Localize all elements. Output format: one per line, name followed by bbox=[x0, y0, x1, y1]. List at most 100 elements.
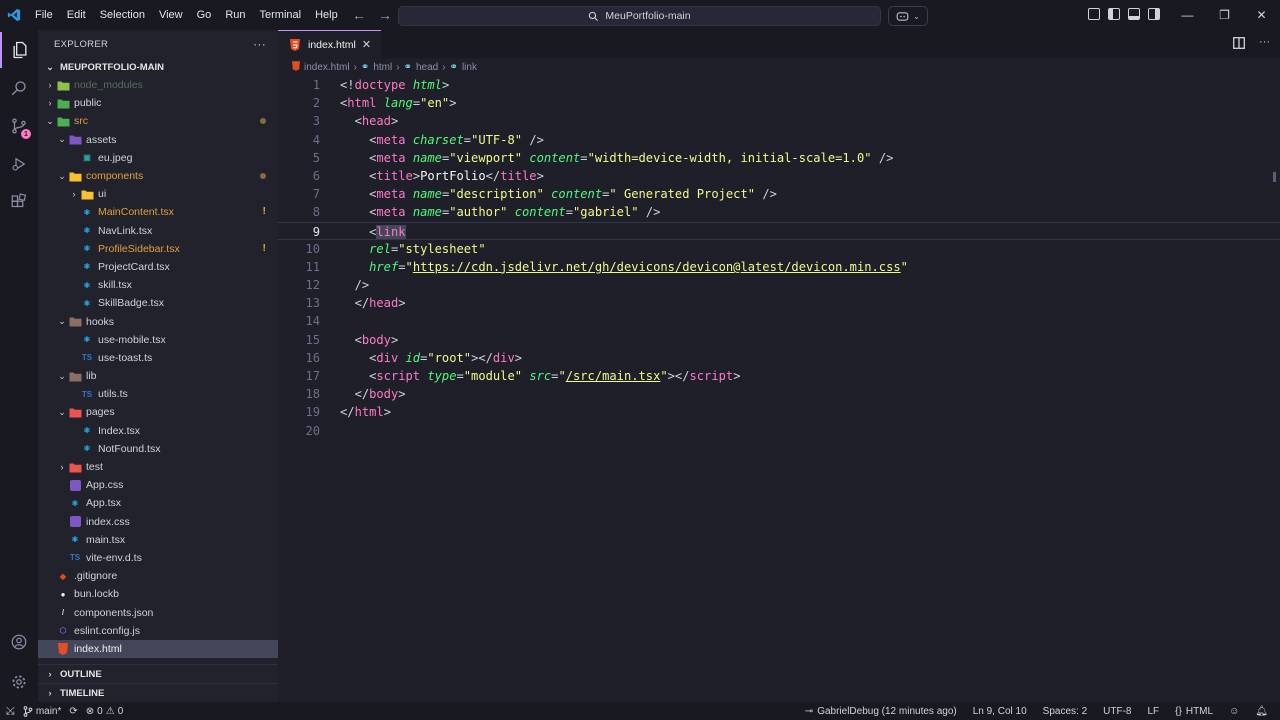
tree-folder[interactable]: ⌄ hooks bbox=[38, 312, 278, 330]
branch-item[interactable]: main* bbox=[23, 706, 61, 717]
code-line[interactable]: 16 <div id="root"></div> bbox=[278, 349, 1280, 367]
project-root[interactable]: ⌄ MEUPORTFOLIO-MAIN bbox=[38, 58, 278, 76]
code-line[interactable]: 10 rel="stylesheet" bbox=[278, 240, 1280, 258]
code-line[interactable]: 11 href="https://cdn.jsdelivr.net/gh/dev… bbox=[278, 258, 1280, 276]
code-line[interactable]: 2 <html lang="en"> bbox=[278, 94, 1280, 112]
minimize-icon[interactable]: — bbox=[1169, 0, 1206, 30]
close-window-icon[interactable]: ✕ bbox=[1243, 0, 1280, 30]
copilot-status-icon[interactable]: ☺ bbox=[1229, 706, 1239, 717]
split-editor-icon[interactable] bbox=[1233, 37, 1245, 52]
toggle-panel-icon[interactable] bbox=[1128, 8, 1140, 20]
tree-file[interactable]: ⚛ NotFound.tsx bbox=[38, 440, 278, 458]
extensions-icon[interactable] bbox=[0, 184, 38, 220]
tree-file[interactable]: ● bun.lockb bbox=[38, 585, 278, 603]
tree-file[interactable]: ⚛ Index.tsx bbox=[38, 422, 278, 440]
toggle-primary-sidebar-icon[interactable] bbox=[1108, 8, 1120, 20]
tree-folder[interactable]: ⌄ lib bbox=[38, 367, 278, 385]
code-line[interactable]: 13 </head> bbox=[278, 294, 1280, 312]
code-line[interactable]: 12 /> bbox=[278, 276, 1280, 294]
timeline-section[interactable]: › TIMELINE bbox=[38, 683, 278, 702]
menu-item-selection[interactable]: Selection bbox=[93, 0, 152, 30]
language-mode[interactable]: {} HTML bbox=[1175, 706, 1213, 717]
tree-folder[interactable]: › public bbox=[38, 94, 278, 112]
search-icon[interactable] bbox=[0, 70, 38, 106]
tree-folder[interactable]: ⌄ assets bbox=[38, 131, 278, 149]
notifications-bell-icon[interactable]: 🔔︎ bbox=[1255, 706, 1268, 717]
code-line[interactable]: 18 </body> bbox=[278, 385, 1280, 403]
run-debug-icon[interactable] bbox=[0, 146, 38, 182]
tree-file[interactable]: index.css bbox=[38, 513, 278, 531]
tree-file[interactable]: TS vite-env.d.ts bbox=[38, 549, 278, 567]
copilot-button[interactable]: ⌄ bbox=[888, 6, 928, 26]
breadcrumb-item[interactable]: link bbox=[462, 62, 477, 73]
tree-folder[interactable]: › ui bbox=[38, 185, 278, 203]
code-editor[interactable]: 1 <!doctype html> 2 <html lang="en"> 3 <head… bbox=[278, 76, 1280, 440]
tree-file[interactable]: ⬡ eslint.config.js bbox=[38, 622, 278, 640]
end-of-line[interactable]: LF bbox=[1147, 706, 1159, 717]
command-center-search[interactable]: MeuPortfolio-main bbox=[398, 6, 881, 26]
code-line[interactable]: 20 bbox=[278, 422, 1280, 440]
code-line[interactable]: 1 <!doctype html> bbox=[278, 76, 1280, 94]
tab-index-html[interactable]: index.html ✕ bbox=[278, 30, 382, 58]
scrollbar-marker[interactable] bbox=[1273, 172, 1276, 182]
source-control-icon[interactable]: 1 bbox=[0, 108, 38, 144]
tree-folder[interactable]: › test bbox=[38, 458, 278, 476]
encoding[interactable]: UTF-8 bbox=[1103, 706, 1131, 717]
explorer-icon[interactable] bbox=[0, 32, 38, 68]
menu-item-edit[interactable]: Edit bbox=[60, 0, 93, 30]
breadcrumb-item[interactable]: index.html bbox=[304, 62, 350, 73]
code-line[interactable]: 8 <meta name="author" content="gabriel" … bbox=[278, 203, 1280, 221]
code-line[interactable]: 19 </html> bbox=[278, 403, 1280, 421]
tree-file[interactable]: ◆ .gitignore bbox=[38, 567, 278, 585]
menu-item-run[interactable]: Run bbox=[218, 0, 252, 30]
git-blame-item[interactable]: ⊸ GabrielDebug (12 minutes ago) bbox=[805, 706, 957, 717]
tree-folder[interactable]: ⌄ components bbox=[38, 167, 278, 185]
toggle-secondary-sidebar-icon[interactable] bbox=[1148, 8, 1160, 20]
tree-folder[interactable]: › node_modules bbox=[38, 76, 278, 94]
code-line[interactable]: 17 <script type="module" src="/src/main.… bbox=[278, 367, 1280, 385]
tree-file[interactable]: TS utils.ts bbox=[38, 385, 278, 403]
tree-file[interactable]: ⚛ App.tsx bbox=[38, 494, 278, 512]
more-actions-icon[interactable]: ··· bbox=[1259, 37, 1270, 52]
tree-folder[interactable]: ⌄ src bbox=[38, 112, 278, 130]
close-tab-icon[interactable]: ✕ bbox=[362, 38, 371, 51]
tree-file[interactable]: / components.json bbox=[38, 603, 278, 621]
tree-file[interactable]: TS use-toast.ts bbox=[38, 349, 278, 367]
code-line[interactable]: 6 <title>PortFolio</title> bbox=[278, 167, 1280, 185]
tree-file[interactable]: ⚛ skill.tsx bbox=[38, 276, 278, 294]
menu-item-terminal[interactable]: Terminal bbox=[253, 0, 309, 30]
forward-arrow-icon[interactable]: → bbox=[378, 7, 392, 23]
tree-file[interactable]: ⚛ ProfileSidebar.tsx! bbox=[38, 240, 278, 258]
settings-gear-icon[interactable] bbox=[0, 664, 38, 700]
code-line[interactable]: 14 bbox=[278, 312, 1280, 330]
tree-file[interactable]: ⚛ SkillBadge.tsx bbox=[38, 294, 278, 312]
breadcrumb-item[interactable]: head bbox=[416, 62, 438, 73]
tree-file[interactable]: ⚛ use-mobile.tsx bbox=[38, 331, 278, 349]
menu-item-file[interactable]: File bbox=[28, 0, 60, 30]
tree-file[interactable]: ⚛ ProjectCard.tsx bbox=[38, 258, 278, 276]
indentation[interactable]: Spaces: 2 bbox=[1043, 706, 1087, 717]
tree-file[interactable]: ⚛ NavLink.tsx bbox=[38, 222, 278, 240]
code-line[interactable]: 3 <head> bbox=[278, 112, 1280, 130]
code-line[interactable]: 5 <meta name="viewport" content="width=d… bbox=[278, 149, 1280, 167]
code-line[interactable]: 15 <body> bbox=[278, 331, 1280, 349]
tree-file[interactable]: ▣ eu.jpeg bbox=[38, 149, 278, 167]
breadcrumb-item[interactable]: html bbox=[373, 62, 392, 73]
remote-icon[interactable]: ⤩ bbox=[6, 705, 15, 718]
restore-icon[interactable]: ❐ bbox=[1206, 0, 1243, 30]
outline-section[interactable]: › OUTLINE bbox=[38, 664, 278, 683]
code-line[interactable]: 9 <link bbox=[278, 221, 1280, 240]
menu-item-help[interactable]: Help bbox=[308, 0, 345, 30]
account-icon[interactable] bbox=[0, 624, 38, 660]
tree-file[interactable]: App.css bbox=[38, 476, 278, 494]
tree-file[interactable]: index.html bbox=[38, 639, 278, 658]
menu-item-go[interactable]: Go bbox=[190, 0, 219, 30]
tree-file[interactable]: ⚛ MainContent.tsx! bbox=[38, 203, 278, 221]
back-arrow-icon[interactable]: ← bbox=[352, 7, 366, 23]
problems-item[interactable]: ⊗ 0 ⚠ 0 bbox=[86, 706, 123, 717]
tree-folder[interactable]: ⌄ pages bbox=[38, 403, 278, 421]
more-actions-icon[interactable]: ··· bbox=[253, 37, 266, 51]
sync-icon[interactable]: ⟳ bbox=[69, 706, 77, 717]
menu-item-view[interactable]: View bbox=[152, 0, 190, 30]
code-line[interactable]: 7 <meta name="description" content=" Gen… bbox=[278, 185, 1280, 203]
